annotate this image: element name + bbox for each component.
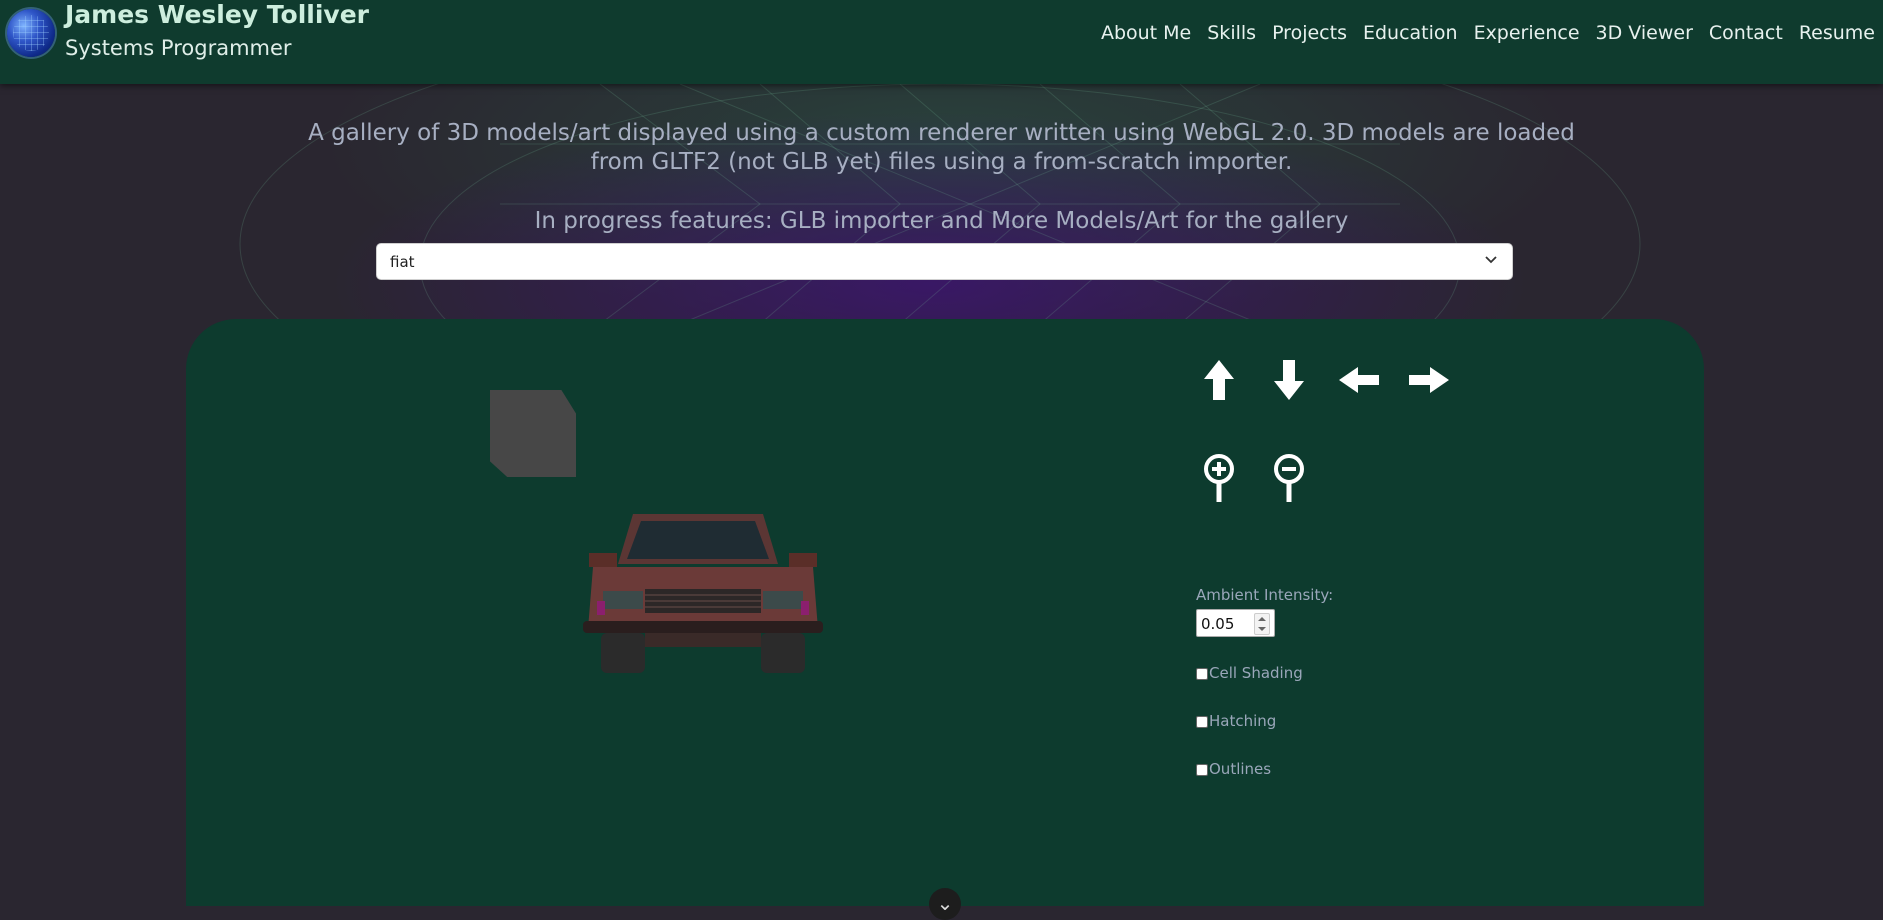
spinner-icon[interactable] [1254,613,1270,635]
outlines-checkbox[interactable] [1196,764,1208,776]
zoom-out-icon[interactable] [1266,452,1312,504]
nav-education[interactable]: Education [1363,22,1458,44]
ambient-intensity-value: 0.05 [1201,615,1235,633]
site-header: James Wesley Tolliver Systems Programmer… [0,0,1883,84]
model-select[interactable]: fiat [376,243,1513,280]
ambient-intensity-label: Ambient Intensity: [1196,586,1334,604]
ambient-intensity-input[interactable]: 0.05 [1196,609,1275,637]
nav-experience[interactable]: Experience [1474,22,1580,44]
nav-3d-viewer[interactable]: 3D Viewer [1596,22,1693,44]
viewer-panel: Ambient Intensity: 0.05 Cell Shading Hat… [186,319,1704,906]
arrow-up-icon[interactable] [1196,357,1242,403]
rendered-car-model[interactable] [583,509,823,679]
nav-resume[interactable]: Resume [1799,22,1875,44]
nav-about-me[interactable]: About Me [1101,22,1191,44]
zoom-in-icon[interactable] [1196,452,1242,504]
site-name[interactable]: James Wesley Tolliver [65,0,369,29]
main-nav: About Me Skills Projects Education Exper… [1085,22,1875,44]
hatching-checkbox[interactable] [1196,716,1208,728]
intro-line-2: from GLTF2 (not GLB yet) files using a f… [590,149,1293,175]
nav-contact[interactable]: Contact [1709,22,1783,44]
arrow-right-icon[interactable] [1406,357,1452,403]
site-role: Systems Programmer [65,36,292,60]
intro-line-1: A gallery of 3D models/art displayed usi… [308,120,1575,146]
chevron-down-icon [1485,256,1497,264]
arrow-down-icon[interactable] [1266,357,1312,403]
nav-skills[interactable]: Skills [1207,22,1256,44]
chevron-down-icon[interactable]: ⌄ [929,888,961,920]
cell-shading-option[interactable]: Cell Shading [1196,664,1303,682]
intro-description: A gallery of 3D models/art displayed usi… [0,119,1883,177]
intro-features: In progress features: GLB importer and M… [534,208,1349,234]
outlines-option[interactable]: Outlines [1196,760,1271,778]
hatching-label: Hatching [1209,712,1277,730]
nav-projects[interactable]: Projects [1272,22,1347,44]
rendered-cube[interactable] [490,390,576,477]
cell-shading-label: Cell Shading [1209,664,1303,682]
arrow-left-icon[interactable] [1336,357,1382,403]
outlines-label: Outlines [1209,760,1272,778]
logo[interactable] [7,9,55,57]
cell-shading-checkbox[interactable] [1196,668,1208,680]
hatching-option[interactable]: Hatching [1196,712,1276,730]
model-select-value: fiat [390,253,415,271]
